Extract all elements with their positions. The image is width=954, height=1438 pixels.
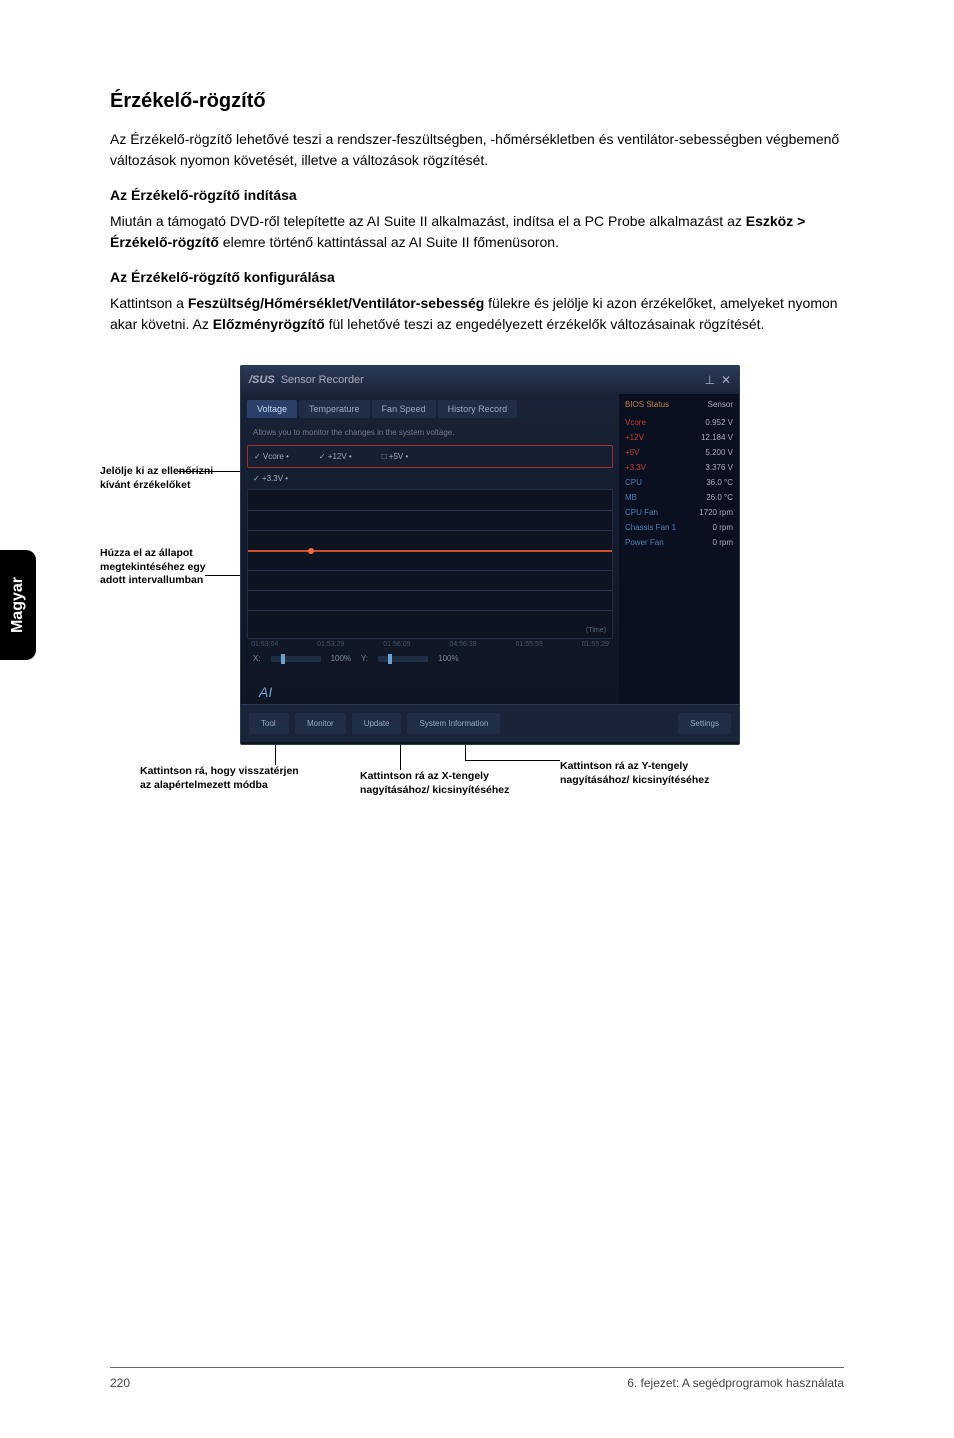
sub2-text-a: Kattintson a (110, 295, 188, 311)
window-title: Sensor Recorder (281, 374, 364, 386)
x-zoom-slider[interactable] (271, 656, 321, 662)
close-icon[interactable]: ✕ (721, 373, 731, 387)
callout-x-zoom: Kattintson rá az X-tengely nagyításához/… (360, 770, 520, 797)
x-val: 100% (331, 654, 351, 663)
callout-drag: Húzza el az állapot megtekintéséhez egy … (100, 547, 230, 588)
side-item: CPU Fan1720 rpm (625, 505, 733, 520)
y-label: Y: (361, 654, 368, 663)
tab-voltage[interactable]: Voltage (247, 400, 297, 418)
btn-update[interactable]: Update (352, 713, 402, 734)
chapter-label: 6. fejezet: A segédprogramok használata (627, 1376, 844, 1390)
sub2-title: Az Érzékelő-rögzítő konfigurálása (110, 269, 844, 285)
sub2-text: Kattintson a Feszültség/Hőmérséklet/Vent… (110, 293, 844, 335)
sub2-bold-b: Előzményrögzítő (213, 316, 325, 332)
check-3v[interactable]: ✓ +3.3V • (253, 474, 288, 483)
page-content: Érzékelő-rögzítő Az Érzékelő-rögzítő leh… (0, 0, 954, 885)
tabs: Voltage Temperature Fan Speed History Re… (247, 400, 613, 418)
brand-logo: /SUS (249, 374, 275, 386)
side-item: MB26.0 °C (625, 490, 733, 505)
sub1-title: Az Érzékelő-rögzítő indítása (110, 187, 844, 203)
app-screenshot: /SUS Sensor Recorder ⊥ ✕ Voltage Tempera… (240, 365, 740, 745)
btn-settings[interactable]: Settings (678, 713, 731, 734)
sensor-checkboxes: ✓ Vcore • ✓ +12V • □ +5V • (247, 445, 613, 468)
side-item: +3.3V3.376 V (625, 460, 733, 475)
bottom-bar: Tool Monitor Update System Information S… (241, 704, 739, 742)
zoom-sliders: X: 100% Y: 100% (247, 650, 613, 667)
btn-tool[interactable]: Tool (249, 713, 289, 734)
check-5v[interactable]: □ +5V • (382, 452, 409, 461)
side-item: CPU36.0 °C (625, 475, 733, 490)
tab-fan-speed[interactable]: Fan Speed (372, 400, 436, 418)
chart-dot (308, 548, 314, 554)
check-vcore[interactable]: ✓ Vcore • (254, 452, 289, 461)
side-title-right[interactable]: Sensor (708, 400, 733, 409)
btn-monitor[interactable]: Monitor (295, 713, 346, 734)
language-tab-label: Magyar (9, 577, 27, 633)
sub1-text-b: elemre történő kattintással az AI Suite … (219, 234, 559, 250)
btn-sysinfo[interactable]: System Information (407, 713, 500, 734)
y-zoom-slider[interactable] (378, 656, 428, 662)
chart-plot-line (248, 550, 612, 552)
sub1-text: Miután a támogató DVD-ről telepítette az… (110, 211, 844, 253)
callout-line (465, 760, 560, 761)
side-item: +5V5.200 V (625, 445, 733, 460)
minimize-icon[interactable]: ⊥ (704, 373, 714, 387)
side-item: +12V12.184 V (625, 430, 733, 445)
tab-history-record[interactable]: History Record (438, 400, 518, 418)
chart-area[interactable]: (Time) (247, 489, 613, 639)
page-number: 220 (110, 1376, 130, 1390)
sub2-bold-a: Feszültség/Hőmérséklet/Ventilátor-sebess… (188, 295, 484, 311)
timecodes: 01:53:04 01:53:29 01:56:09 04:56:39 01:5… (247, 639, 613, 650)
time-axis-label: (Time) (586, 627, 606, 634)
callout-y-zoom: Kattintson rá az Y-tengely nagyításához/… (560, 760, 720, 787)
intro-text: Az Érzékelő-rögzítő lehetővé teszi a ren… (110, 129, 844, 171)
titlebar: /SUS Sensor Recorder ⊥ ✕ (241, 366, 739, 394)
callout-sensors: Jelölje ki az ellenőrizni kívánt érzékel… (100, 465, 230, 492)
figure-area: Jelölje ki az ellenőrizni kívánt érzékel… (110, 365, 844, 885)
sub1-text-a: Miután a támogató DVD-ről telepítette az… (110, 213, 746, 229)
side-title-left[interactable]: BIOS Status (625, 400, 669, 409)
hint-text: Allows you to monitor the changes in the… (247, 424, 613, 441)
check-12v[interactable]: ✓ +12V • (319, 452, 352, 461)
language-tab: Magyar (0, 550, 36, 660)
callout-default: Kattintson rá, hogy visszatérjen az alap… (140, 765, 300, 792)
tab-temperature[interactable]: Temperature (299, 400, 370, 418)
side-item: Chassis Fan 10 rpm (625, 520, 733, 535)
section-title: Érzékelő-rögzítő (110, 90, 844, 113)
y-val: 100% (438, 654, 458, 663)
sub2-text-c: fül lehetővé teszi az engedélyezett érzé… (325, 316, 765, 332)
side-panel: BIOS Status Sensor Vcore0.952 V+12V12.18… (619, 394, 739, 704)
side-item: Vcore0.952 V (625, 415, 733, 430)
ai-logo-icon: AI (259, 684, 279, 702)
x-label: X: (253, 654, 261, 663)
side-item: Power Fan0 rpm (625, 535, 733, 550)
page-footer: 220 6. fejezet: A segédprogramok használ… (110, 1367, 844, 1390)
